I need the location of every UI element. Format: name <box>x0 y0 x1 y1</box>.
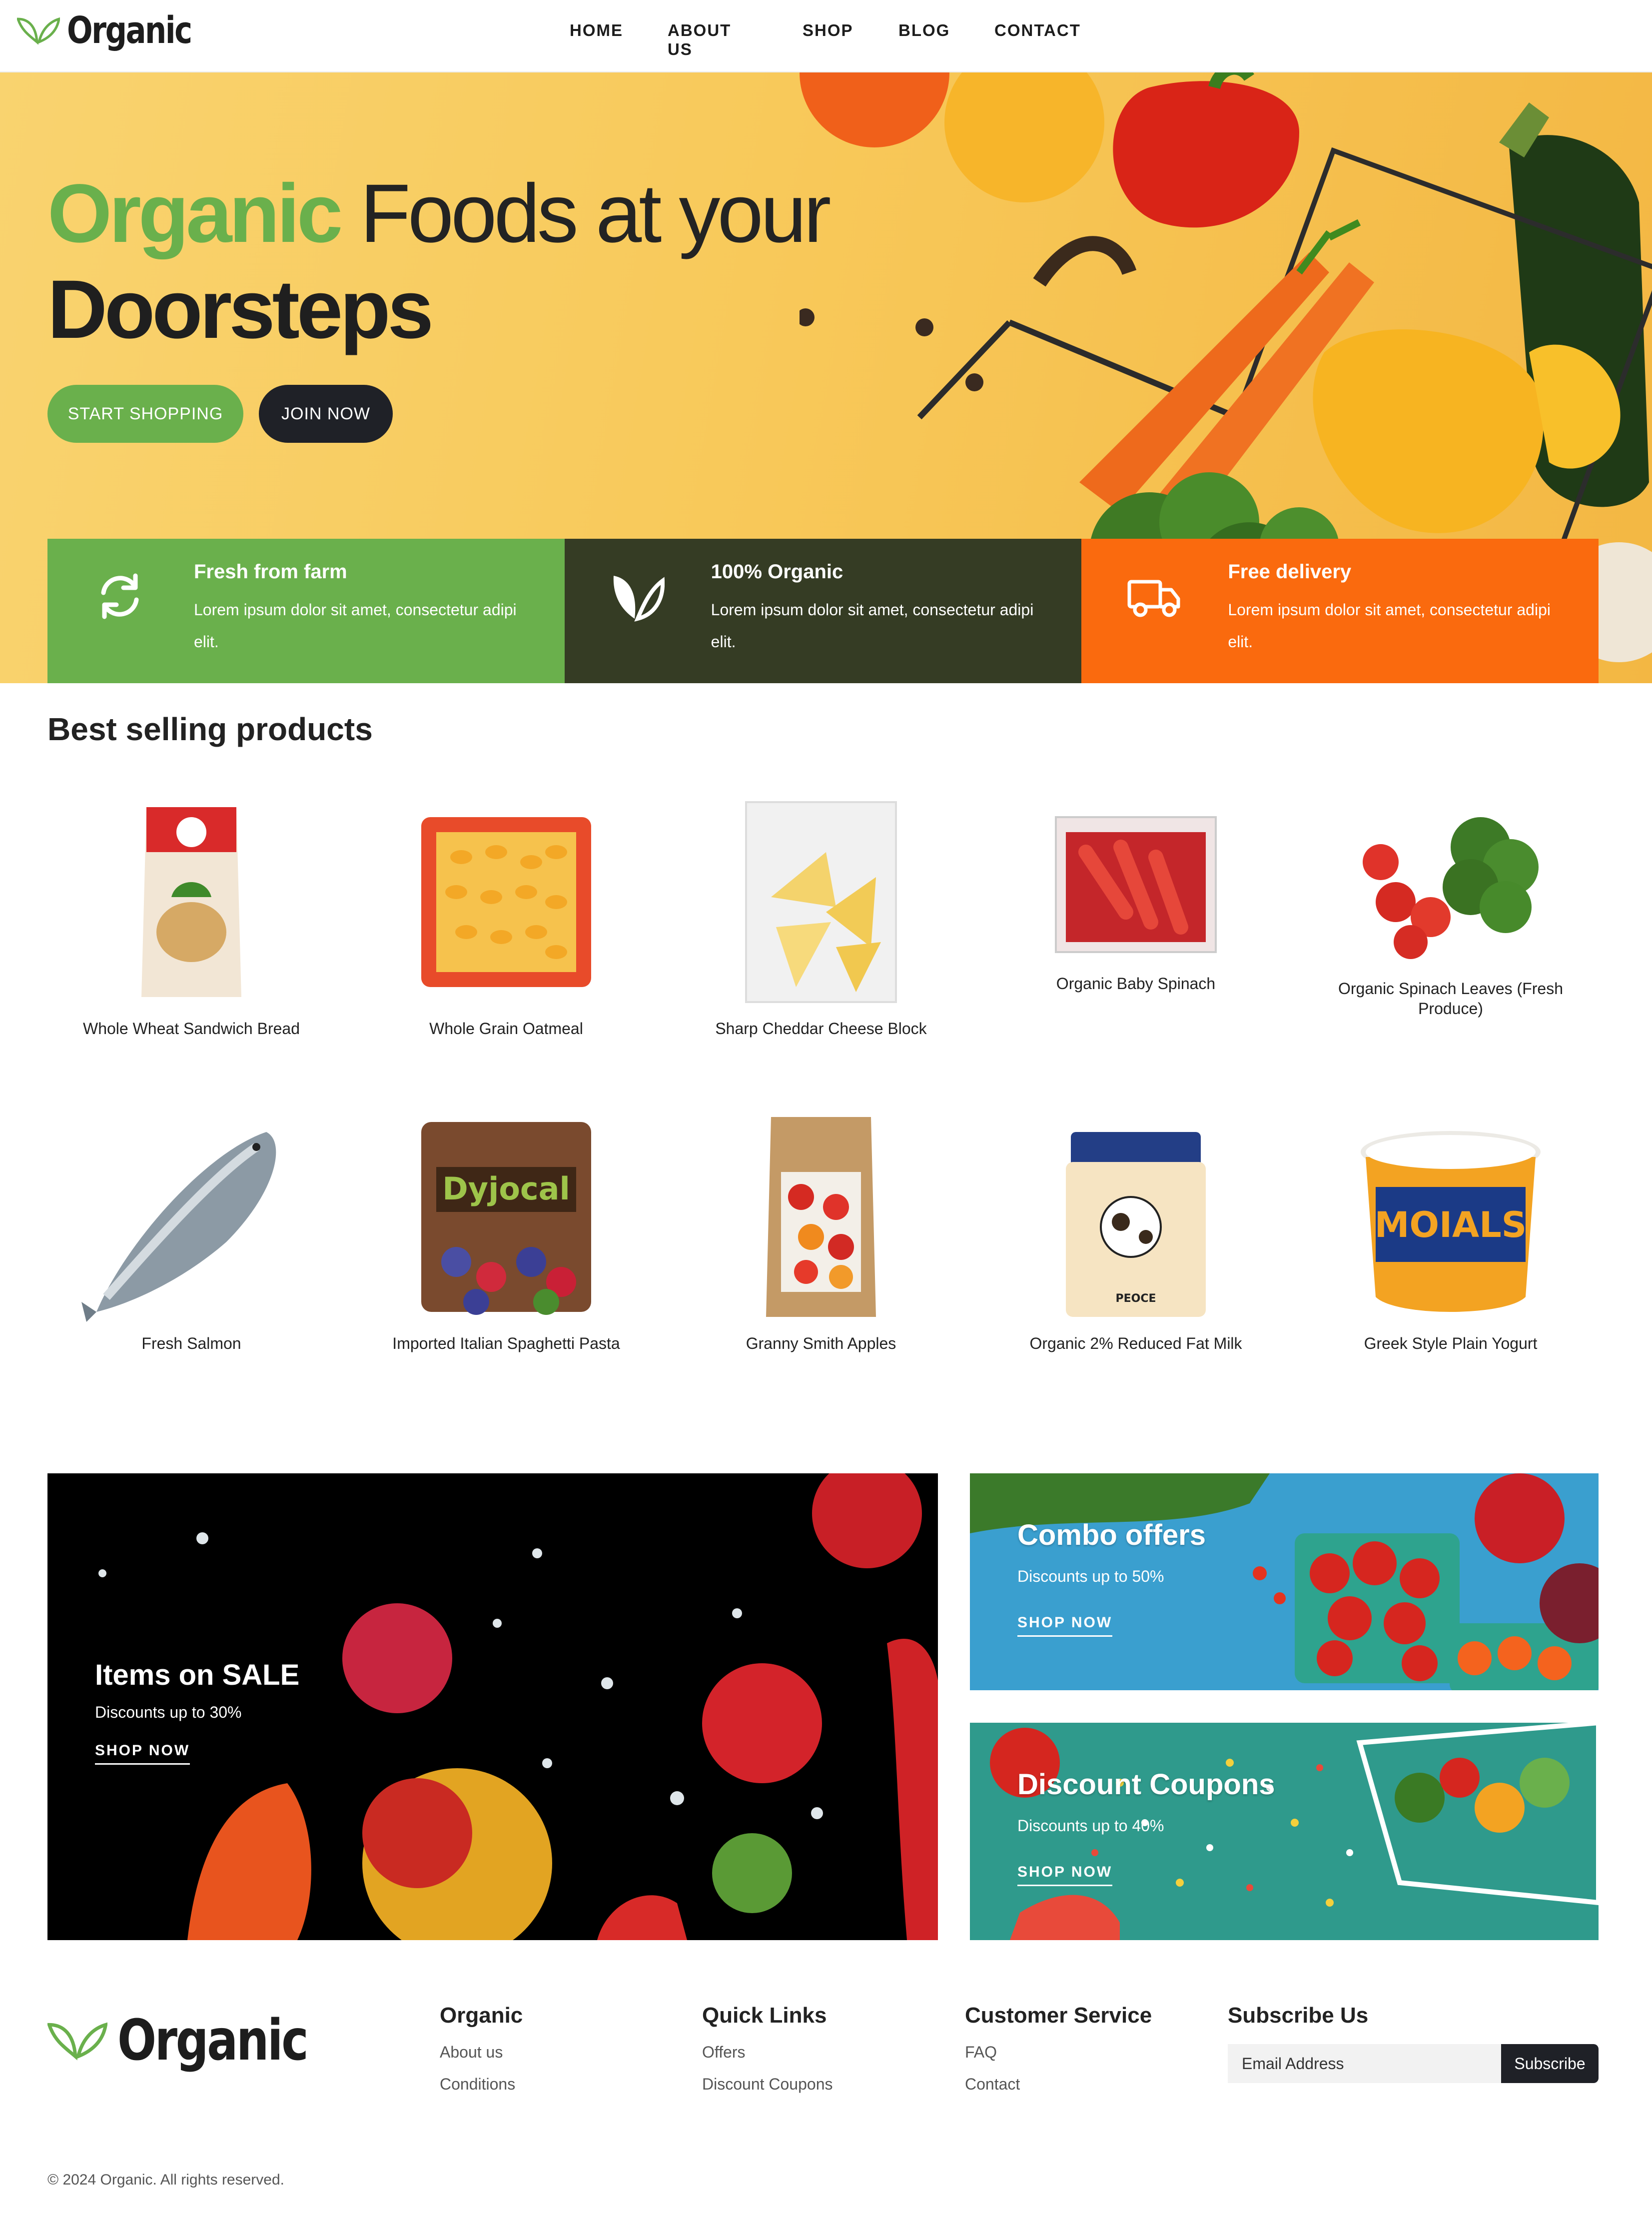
promo-sale-link[interactable]: SHOP NOW <box>95 1742 190 1765</box>
footer-logo[interactable]: Organic <box>47 2008 349 2073</box>
product-name: Whole Wheat Sandwich Bread <box>83 1020 300 1038</box>
truck-icon <box>1127 580 1180 617</box>
product-image <box>81 1132 276 1322</box>
product-image <box>141 807 241 997</box>
hero-title-line1: Organic Foods at your <box>47 172 831 255</box>
svg-text:PEOCE: PEOCE <box>1115 1292 1156 1305</box>
product-card[interactable]: Granny Smith Apples <box>664 1112 978 1353</box>
product-image: PEOCE <box>1066 1132 1206 1317</box>
product-card[interactable]: Whole Grain Oatmeal <box>349 797 664 1039</box>
product-card[interactable]: Dyjocal Imported Italian Spaghetti Pasta <box>349 1112 664 1353</box>
footer-link-discount-coupons[interactable]: Discount Coupons <box>702 2075 832 2094</box>
feature-fresh-farm: Fresh from farm Lorem ipsum dolor sit am… <box>47 539 565 683</box>
product-card[interactable]: Whole Wheat Sandwich Bread <box>34 797 349 1039</box>
email-input[interactable]: Email Address <box>1228 2044 1501 2083</box>
nav-blog[interactable]: BLOG <box>898 21 950 40</box>
svg-text:Dyjocal: Dyjocal <box>442 1170 570 1207</box>
feature-title: 100% Organic <box>711 561 843 583</box>
footer-logo-text: Organic <box>117 2008 309 2073</box>
product-card[interactable]: PEOCE Organic 2% Reduced Fat Milk <box>978 1127 1293 1353</box>
feature-title: Fresh from farm <box>194 561 347 583</box>
product-name: Sharp Cheddar Cheese Block <box>715 1020 927 1038</box>
promo-coupons-sub: Discounts up to 40% <box>1017 1817 1164 1835</box>
promo-coupons[interactable]: Discount Coupons Discounts up to 40% SHO… <box>970 1723 1599 1940</box>
hero-title-line2: Doorsteps <box>47 263 434 356</box>
nav-home[interactable]: HOME <box>570 21 623 40</box>
leaf-logo-icon <box>47 2022 107 2061</box>
product-name: Granny Smith Apples <box>746 1334 896 1352</box>
product-card[interactable]: Sharp Cheddar Cheese Block <box>664 797 978 1039</box>
promo-coupons-link[interactable]: SHOP NOW <box>1017 1864 1113 1886</box>
product-image <box>421 817 591 987</box>
feature-title: Free delivery <box>1228 561 1352 583</box>
features-strip: Fresh from farm Lorem ipsum dolor sit am… <box>47 539 1599 683</box>
refresh-icon <box>101 573 139 619</box>
product-card[interactable]: MOIALS Greek Style Plain Yogurt <box>1293 1127 1608 1353</box>
product-name: Greek Style Plain Yogurt <box>1364 1334 1538 1352</box>
hero-title-rest: Foods at your <box>360 167 831 260</box>
join-now-button[interactable]: JOIN NOW <box>259 385 393 443</box>
logo-text: Organic <box>67 9 192 52</box>
product-image <box>766 1117 876 1317</box>
product-image: Dyjocal <box>421 1122 591 1315</box>
nav-contact[interactable]: CONTACT <box>994 21 1081 40</box>
feature-desc: Lorem ipsum dolor sit amet, consectetur … <box>194 601 517 651</box>
hero-title-highlight: Organic <box>47 167 343 260</box>
promo-coupons-title: Discount Coupons <box>1017 1768 1275 1801</box>
product-card[interactable]: Organic Spinach Leaves (Fresh Produce) <box>1293 802 1608 1019</box>
svg-text:MOIALS: MOIALS <box>1375 1204 1527 1245</box>
footer-link-contact[interactable]: Contact <box>965 2075 1020 2094</box>
feature-desc: Lorem ipsum dolor sit amet, consectetur … <box>711 601 1034 651</box>
footer-link-conditions[interactable]: Conditions <box>440 2075 515 2094</box>
product-name: Fresh Salmon <box>141 1334 241 1352</box>
promo-combo-title: Combo offers <box>1017 1519 1206 1551</box>
footer-link-faq[interactable]: FAQ <box>965 2043 997 2062</box>
feature-desc: Lorem ipsum dolor sit amet, consectetur … <box>1228 601 1551 651</box>
promo-sale-sub: Discounts up to 30% <box>95 1703 242 1721</box>
leaf-icon <box>613 576 665 622</box>
promo-combo-link[interactable]: SHOP NOW <box>1017 1614 1113 1637</box>
promo-combo[interactable]: Combo offers Discounts up to 50% SHOP NO… <box>970 1473 1599 1690</box>
product-name: Whole Grain Oatmeal <box>429 1020 583 1038</box>
hero-banner: Organic Foods at your Doorsteps START SH… <box>0 72 1652 683</box>
product-name: Organic Baby Spinach <box>1056 975 1216 993</box>
footer-col-subscribe-title: Subscribe Us <box>1228 2003 1369 2028</box>
footer-link-offers[interactable]: Offers <box>702 2043 746 2062</box>
product-card[interactable]: Organic Baby Spinach <box>978 812 1293 994</box>
product-name: Imported Italian Spaghetti Pasta <box>392 1334 620 1352</box>
subscribe-button[interactable]: Subscribe <box>1501 2044 1599 2083</box>
product-image: MOIALS <box>1361 1131 1541 1312</box>
start-shopping-button[interactable]: START SHOPPING <box>47 385 243 443</box>
product-name: Organic Spinach Leaves (Fresh Produce) <box>1338 980 1563 1018</box>
product-image <box>1363 817 1539 959</box>
product-card[interactable]: Fresh Salmon <box>34 1112 349 1353</box>
feature-organic: 100% Organic Lorem ipsum dolor sit amet,… <box>564 539 1082 683</box>
logo[interactable]: Organic <box>17 9 218 52</box>
footer-link-about[interactable]: About us <box>440 2043 503 2062</box>
promo-sale[interactable]: Items on SALE Discounts up to 30% SHOP N… <box>47 1473 938 1940</box>
leaf-logo-icon <box>17 17 60 45</box>
copyright-text: © 2024 Organic. All rights reserved. <box>47 2172 284 2188</box>
product-image <box>745 801 897 1003</box>
nav-about[interactable]: ABOUT US <box>668 21 731 59</box>
footer-col-organic-title: Organic <box>440 2003 523 2028</box>
feature-delivery: Free delivery Lorem ipsum dolor sit amet… <box>1081 539 1599 683</box>
promo-combo-sub: Discounts up to 50% <box>1017 1567 1164 1585</box>
best-selling-title: Best selling products <box>47 711 373 747</box>
footer-col-quicklinks-title: Quick Links <box>702 2003 827 2028</box>
promo-sale-title: Items on SALE <box>95 1659 300 1691</box>
nav-shop[interactable]: SHOP <box>803 21 853 40</box>
product-image <box>1055 816 1217 953</box>
top-navbar: Organic HOME ABOUT US SHOP BLOG CONTACT <box>0 0 1652 72</box>
product-name: Organic 2% Reduced Fat Milk <box>1029 1334 1242 1352</box>
footer-col-service-title: Customer Service <box>965 2003 1152 2028</box>
